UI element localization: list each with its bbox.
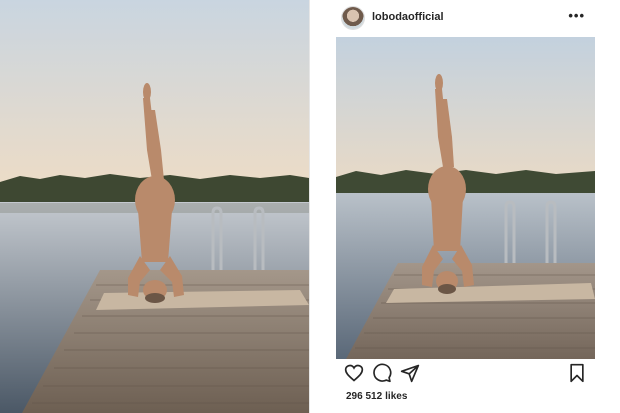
more-horizontal-icon[interactable]: ••• xyxy=(568,8,585,23)
comment-icon[interactable] xyxy=(372,363,394,385)
instagram-post: lobodaofficial ••• 296 512 likes xyxy=(336,0,595,413)
avatar[interactable] xyxy=(342,7,364,29)
post-photo[interactable] xyxy=(336,37,595,359)
share-icon[interactable] xyxy=(400,363,422,385)
dock-headstand-photo xyxy=(0,0,309,413)
dock-headstand-photo-edited xyxy=(336,37,595,359)
heart-icon[interactable] xyxy=(344,363,366,385)
original-photo xyxy=(0,0,310,413)
likes-label: likes xyxy=(385,391,408,402)
post-header: lobodaofficial ••• xyxy=(336,0,595,36)
username-link[interactable]: lobodaofficial xyxy=(372,11,444,23)
post-actions xyxy=(336,363,595,389)
likes-number: 296 512 xyxy=(346,391,383,402)
bookmark-icon[interactable] xyxy=(567,363,589,385)
likes-count[interactable]: 296 512 likes xyxy=(346,391,410,402)
